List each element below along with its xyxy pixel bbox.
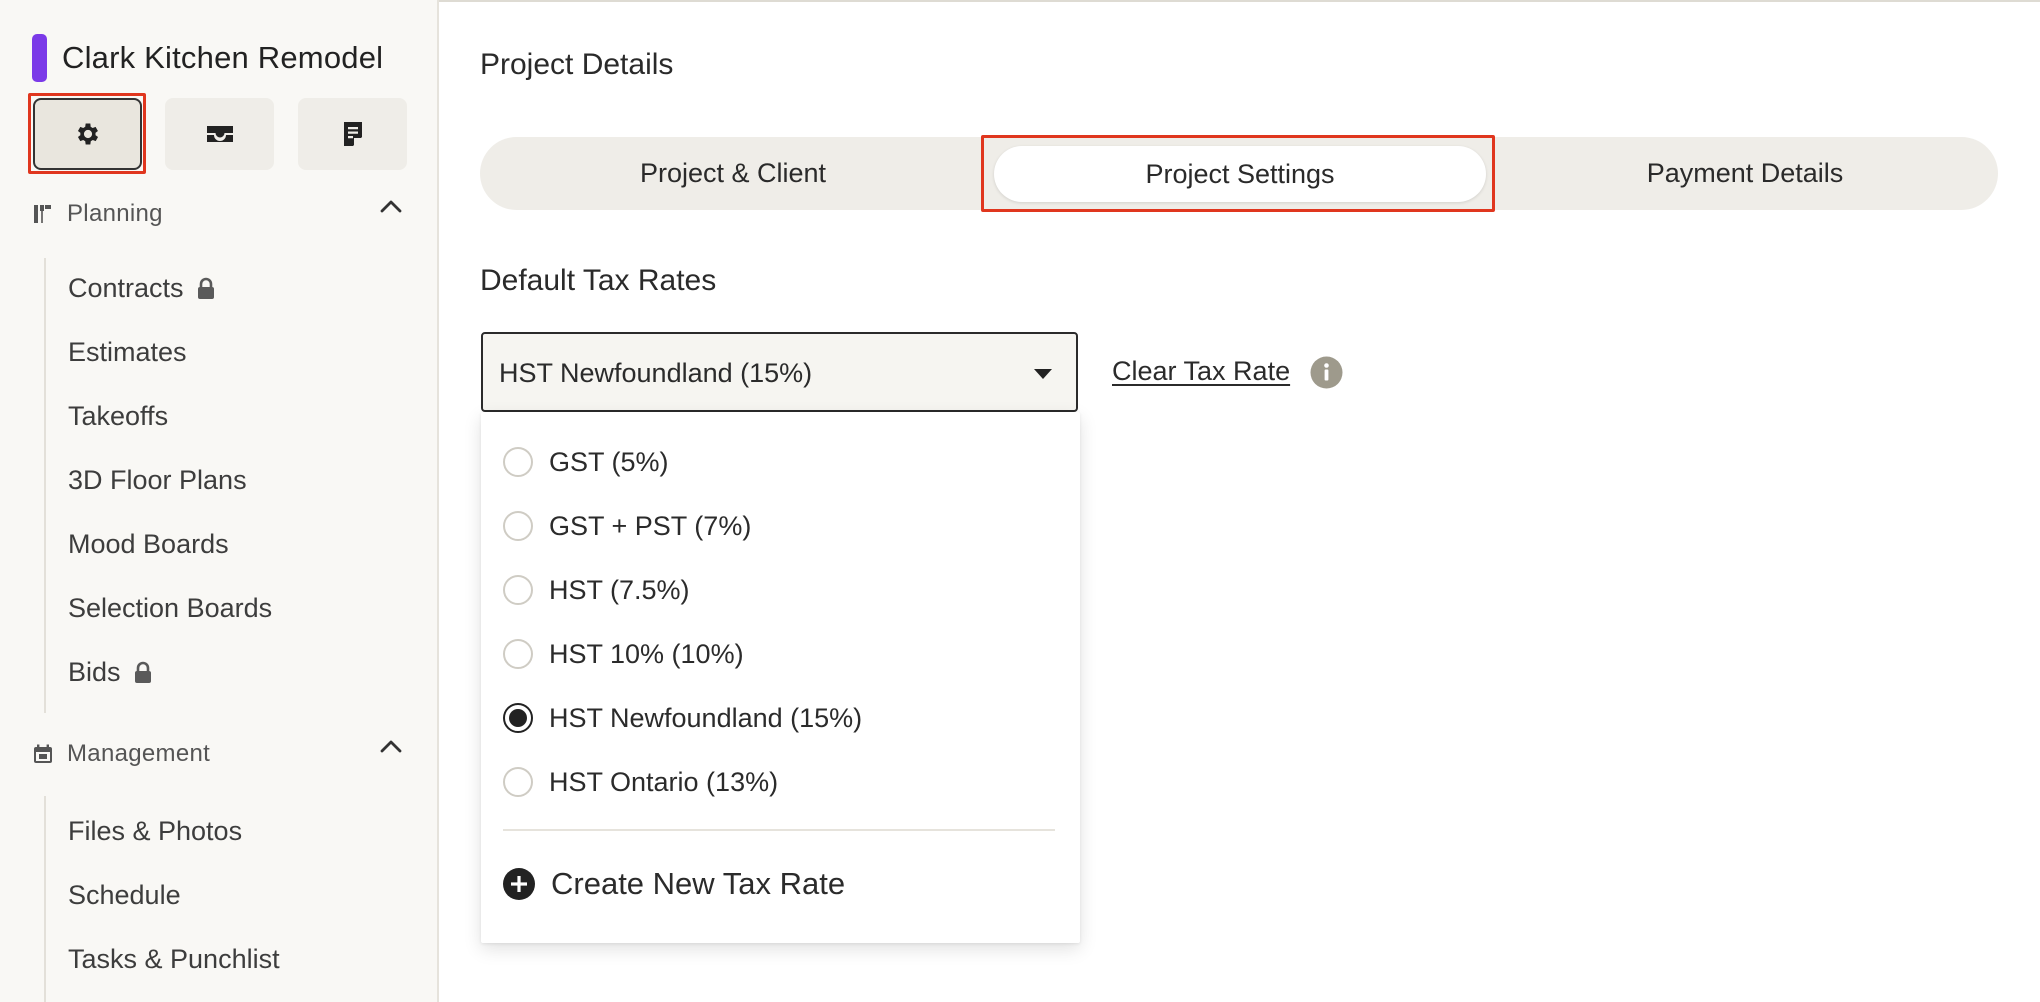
radio-button[interactable] xyxy=(503,575,533,605)
page-title: Project Details xyxy=(480,48,674,81)
management-section-header[interactable]: Management xyxy=(33,740,403,768)
tax-option-hst-ontario[interactable]: HST Ontario (13%) xyxy=(503,762,778,802)
create-new-tax-rate-label: Create New Tax Rate xyxy=(551,866,846,901)
tab-project-client[interactable]: Project & Client xyxy=(480,137,986,210)
calendar-icon xyxy=(34,744,52,763)
sidebar-item-contracts[interactable]: Contracts xyxy=(68,273,216,304)
notes-icon xyxy=(343,122,362,146)
sidebar-item-takeoffs[interactable]: Takeoffs xyxy=(68,401,168,432)
create-new-tax-rate-button[interactable]: Create New Tax Rate xyxy=(503,866,845,902)
clear-tax-rate-link[interactable]: Clear Tax Rate xyxy=(1112,356,1290,387)
sidebar-item-3d-floor-plans[interactable]: 3D Floor Plans xyxy=(68,465,247,496)
sidebar-item-schedule[interactable]: Schedule xyxy=(68,880,181,911)
default-tax-rates-heading: Default Tax Rates xyxy=(480,264,717,297)
tax-rate-dropdown: GST (5%) GST + PST (7%) HST (7.5%) HST 1… xyxy=(481,412,1080,943)
lock-icon xyxy=(196,277,216,301)
radio-button[interactable] xyxy=(503,639,533,669)
sidebar-item-label: Files & Photos xyxy=(68,816,243,846)
sidebar-item-tasks-punchlist[interactable]: Tasks & Punchlist xyxy=(68,944,280,975)
tax-option-label: GST (5%) xyxy=(549,446,669,477)
sidebar-item-label: Estimates xyxy=(68,337,187,367)
sidebar-item-label: Contracts xyxy=(68,273,184,303)
tax-option-hst-10[interactable]: HST 10% (10%) xyxy=(503,634,744,674)
management-nav: Files & Photos Schedule Tasks & Punchlis… xyxy=(44,796,280,1002)
management-label: Management xyxy=(67,740,211,767)
tax-option-label: GST + PST (7%) xyxy=(549,510,752,541)
tax-option-hst-7-5[interactable]: HST (7.5%) xyxy=(503,570,690,610)
sidebar-item-bids[interactable]: Bids xyxy=(68,657,153,688)
sidebar-item-files-photos[interactable]: Files & Photos xyxy=(68,816,242,847)
sidebar-item-label: Mood Boards xyxy=(68,529,229,559)
settings-highlight-frame xyxy=(28,93,146,174)
sidebar-item-label: Tasks & Punchlist xyxy=(68,944,280,974)
tax-option-label: HST Newfoundland (15%) xyxy=(549,702,863,733)
planning-tools-icon xyxy=(34,205,51,223)
project-color-accent xyxy=(32,34,47,82)
inbox-button[interactable] xyxy=(165,98,274,170)
planning-nav: Contracts Estimates Takeoffs 3D Floor Pl… xyxy=(44,258,272,713)
tab-highlight-frame xyxy=(981,135,1495,212)
tab-payment-details[interactable]: Payment Details xyxy=(1492,137,1998,210)
sidebar-item-label: Takeoffs xyxy=(68,401,169,431)
notes-button[interactable] xyxy=(298,98,407,170)
tax-option-hst-newfoundland[interactable]: HST Newfoundland (15%) xyxy=(503,698,862,738)
tax-option-gst-5[interactable]: GST (5%) xyxy=(503,442,669,482)
sidebar: Clark Kitchen Remodel Planning Contracts… xyxy=(0,0,439,1002)
radio-button[interactable] xyxy=(503,767,533,797)
radio-dot xyxy=(509,709,527,727)
sidebar-item-label: Schedule xyxy=(68,880,181,910)
radio-button[interactable] xyxy=(503,447,533,477)
plus-circle-icon xyxy=(503,868,535,900)
sidebar-item-label: 3D Floor Plans xyxy=(68,465,247,495)
planning-section-header[interactable]: Planning xyxy=(33,200,403,228)
dropdown-divider xyxy=(503,829,1055,831)
caret-down-icon xyxy=(1034,369,1052,379)
tax-option-label: HST Ontario (13%) xyxy=(549,766,779,797)
tax-rate-select[interactable]: HST Newfoundland (15%) xyxy=(481,332,1078,412)
chevron-up-icon[interactable] xyxy=(379,198,403,214)
tax-option-label: HST (7.5%) xyxy=(549,574,690,605)
sidebar-item-label: Bids xyxy=(68,657,121,687)
tax-option-gst-pst-7[interactable]: GST + PST (7%) xyxy=(503,506,751,546)
project-title: Clark Kitchen Remodel xyxy=(62,40,384,75)
planning-label: Planning xyxy=(67,200,163,227)
info-icon[interactable] xyxy=(1310,356,1343,389)
sidebar-item-mood-boards[interactable]: Mood Boards xyxy=(68,529,229,560)
sidebar-item-selection-boards[interactable]: Selection Boards xyxy=(68,593,272,624)
sidebar-item-estimates[interactable]: Estimates xyxy=(68,337,187,368)
chevron-up-icon[interactable] xyxy=(379,738,403,754)
radio-button-selected[interactable] xyxy=(503,703,533,733)
radio-button[interactable] xyxy=(503,511,533,541)
inbox-icon xyxy=(206,126,233,142)
lock-icon xyxy=(133,661,153,685)
tax-option-label: HST 10% (10%) xyxy=(549,638,744,669)
sidebar-item-label: Selection Boards xyxy=(68,593,273,623)
project-header: Clark Kitchen Remodel xyxy=(32,34,383,82)
tax-rate-select-value: HST Newfoundland (15%) xyxy=(499,358,813,388)
